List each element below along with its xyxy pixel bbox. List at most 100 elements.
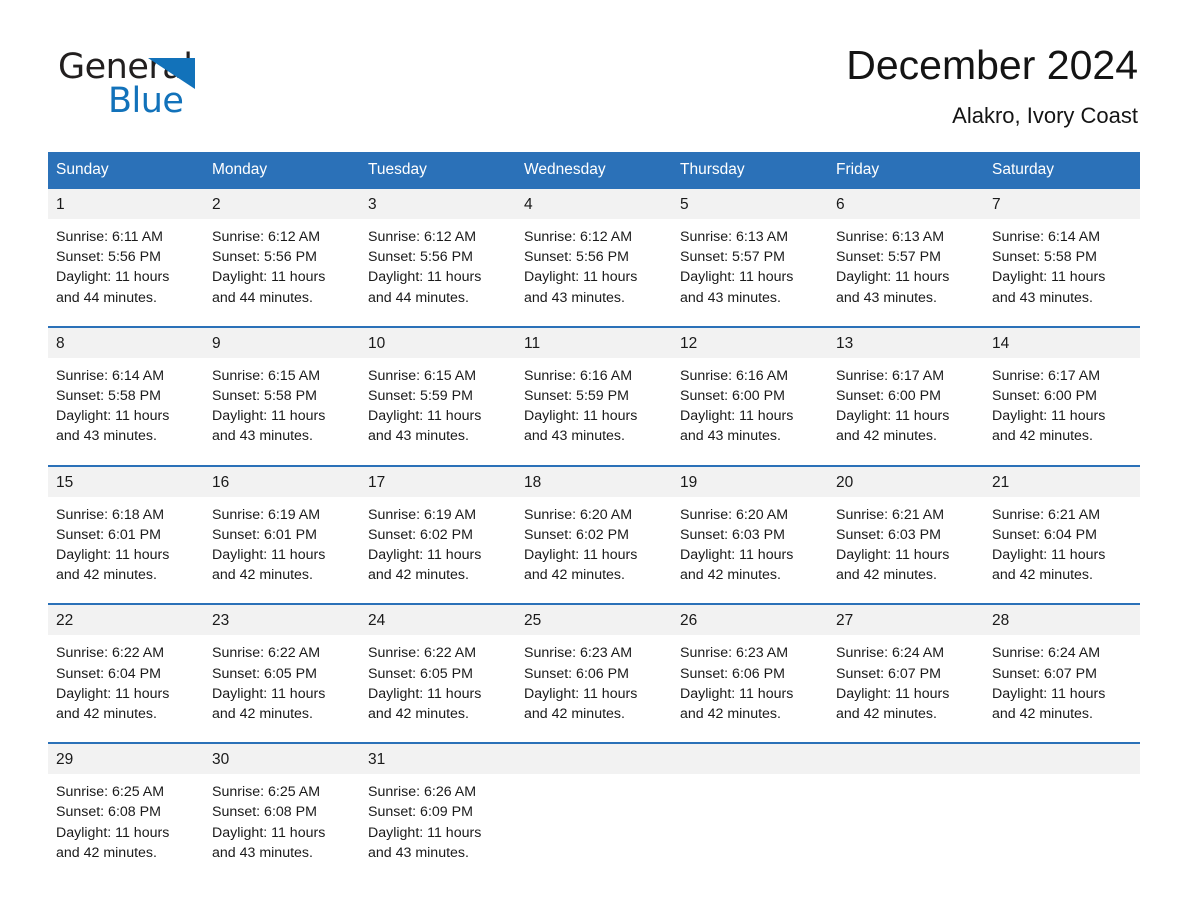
day-details: Sunrise: 6:24 AM Sunset: 6:07 PM Daylight:…	[984, 635, 1140, 742]
calendar-week-row: 8 Sunrise: 6:14 AM Sunset: 5:58 PM Daylight…	[48, 325, 1140, 466]
daylight-text: Daylight: 11 hours	[524, 408, 638, 425]
day-number: 17	[360, 466, 516, 497]
day-number	[516, 744, 672, 775]
calendar-day-cell[interactable]: 18 Sunrise: 6:20 AM Sunset: 6:02 PM Dayligh…	[516, 464, 672, 605]
sunrise-text: Sunrise: 6:16 AM	[680, 367, 789, 384]
calendar-day-cell[interactable]: 12 Sunrise: 6:16 AM Sunset: 6:00 PM Dayligh…	[672, 325, 828, 466]
calendar-day-cell-empty	[672, 742, 828, 882]
calendar-day-cell[interactable]: 31 Sunrise: 6:26 AM Sunset: 6:09 PM Dayligh…	[360, 742, 516, 882]
daylight-text: and 42 minutes.	[680, 567, 781, 584]
sunrise-text: Sunrise: 6:11 AM	[56, 229, 163, 245]
day-details: Sunrise: 6:19 AM Sunset: 6:01 PM Daylight:…	[204, 497, 360, 604]
daylight-text: Daylight: 11 hours	[212, 408, 326, 425]
sunrise-text: Sunrise: 6:12 AM	[212, 229, 321, 245]
calendar-day-cell[interactable]: 29 Sunrise: 6:25 AM Sunset: 6:08 PM Dayligh…	[48, 742, 204, 882]
calendar-day-cell[interactable]: 26 Sunrise: 6:23 AM Sunset: 6:06 PM Dayligh…	[672, 603, 828, 744]
daylight-text: Daylight: 11 hours	[836, 408, 950, 425]
sunset-text: Sunset: 6:00 PM	[836, 388, 941, 405]
day-number: 25	[516, 605, 672, 636]
sunset-text: Sunset: 5:56 PM	[56, 249, 161, 266]
calendar-day-cell[interactable]: 22 Sunrise: 6:22 AM Sunset: 6:04 PM Dayligh…	[48, 603, 204, 744]
day-details: Sunrise: 6:12 AM Sunset: 5:56 PM Daylight:…	[516, 219, 672, 326]
day-details: Sunrise: 6:22 AM Sunset: 6:04 PM Daylight:…	[48, 635, 204, 742]
calendar-day-cell[interactable]: 5 Sunrise: 6:13 AM Sunset: 5:57 PM Daylight…	[672, 189, 828, 327]
daylight-text: Daylight: 11 hours	[212, 685, 326, 702]
daylight-text: and 43 minutes.	[524, 428, 625, 445]
calendar-day-cell[interactable]: 2 Sunrise: 6:12 AM Sunset: 5:56 PM Daylight…	[204, 189, 360, 327]
location-subtitle: Alakro, Ivory Coast	[952, 103, 1138, 129]
sunrise-text: Sunrise: 6:12 AM	[368, 229, 477, 245]
calendar-day-cell[interactable]: 27 Sunrise: 6:24 AM Sunset: 6:07 PM Dayligh…	[828, 603, 984, 744]
day-details: Sunrise: 6:19 AM Sunset: 6:02 PM Daylight:…	[360, 497, 516, 604]
calendar-day-cell[interactable]: 14 Sunrise: 6:17 AM Sunset: 6:00 PM Dayligh…	[984, 325, 1140, 466]
day-details: Sunrise: 6:21 AM Sunset: 6:04 PM Daylight:…	[984, 497, 1140, 604]
weekday-header-monday: Monday	[204, 152, 360, 189]
sunrise-text: Sunrise: 6:17 AM	[836, 367, 945, 384]
day-number: 8	[48, 327, 204, 358]
daylight-text: and 44 minutes.	[56, 289, 157, 306]
sunset-text: Sunset: 5:59 PM	[368, 388, 473, 405]
calendar-day-cell[interactable]: 7 Sunrise: 6:14 AM Sunset: 5:58 PM Daylight…	[984, 189, 1140, 327]
daylight-text: and 43 minutes.	[836, 289, 937, 306]
sunrise-text: Sunrise: 6:17 AM	[992, 367, 1101, 384]
sunrise-text: Sunrise: 6:25 AM	[212, 784, 321, 801]
sunrise-sunset-calendar: Sunday Monday Tuesday Wednesday Thursday…	[48, 152, 1140, 882]
sunrise-text: Sunrise: 6:23 AM	[524, 645, 633, 662]
calendar-day-cell[interactable]: 1 Sunrise: 6:11 AM Sunset: 5:56 PM Daylight…	[48, 189, 204, 327]
calendar-body: 1 Sunrise: 6:11 AM Sunset: 5:56 PM Daylight…	[48, 189, 1140, 882]
calendar-day-cell[interactable]: 30 Sunrise: 6:25 AM Sunset: 6:08 PM Dayligh…	[204, 742, 360, 882]
daylight-text: and 42 minutes.	[836, 706, 937, 723]
daylight-text: Daylight: 11 hours	[212, 547, 326, 564]
day-number: 29	[48, 744, 204, 775]
daylight-text: Daylight: 11 hours	[992, 269, 1106, 286]
day-details: Sunrise: 6:22 AM Sunset: 6:05 PM Daylight:…	[360, 635, 516, 742]
calendar-day-cell[interactable]: 20 Sunrise: 6:21 AM Sunset: 6:03 PM Dayligh…	[828, 464, 984, 605]
calendar-day-cell[interactable]: 19 Sunrise: 6:20 AM Sunset: 6:03 PM Dayligh…	[672, 464, 828, 605]
calendar-day-cell[interactable]: 21 Sunrise: 6:21 AM Sunset: 6:04 PM Dayligh…	[984, 464, 1140, 605]
weekday-header-thursday: Thursday	[672, 152, 828, 189]
day-details: Sunrise: 6:22 AM Sunset: 6:05 PM Daylight:…	[204, 635, 360, 742]
calendar-day-cell[interactable]: 11 Sunrise: 6:16 AM Sunset: 5:59 PM Dayligh…	[516, 325, 672, 466]
calendar-day-cell[interactable]: 25 Sunrise: 6:23 AM Sunset: 6:06 PM Dayligh…	[516, 603, 672, 744]
weekday-header-sunday: Sunday	[48, 152, 204, 189]
sunset-text: Sunset: 6:03 PM	[680, 526, 785, 543]
daylight-text: and 42 minutes.	[524, 706, 625, 723]
calendar-day-cell[interactable]: 3 Sunrise: 6:12 AM Sunset: 5:56 PM Daylight…	[360, 189, 516, 327]
sunset-text: Sunset: 6:00 PM	[680, 388, 785, 405]
day-number: 11	[516, 327, 672, 358]
calendar-day-cell[interactable]: 9 Sunrise: 6:15 AM Sunset: 5:58 PM Daylight…	[204, 325, 360, 466]
calendar-day-cell[interactable]: 10 Sunrise: 6:15 AM Sunset: 5:59 PM Dayligh…	[360, 325, 516, 466]
day-number: 5	[672, 189, 828, 219]
daylight-text: and 43 minutes.	[992, 289, 1093, 306]
calendar-day-cell[interactable]: 4 Sunrise: 6:12 AM Sunset: 5:56 PM Daylight…	[516, 189, 672, 327]
daylight-text: and 42 minutes.	[992, 706, 1093, 723]
day-number: 26	[672, 605, 828, 636]
sunrise-text: Sunrise: 6:24 AM	[836, 645, 945, 662]
calendar-day-cell[interactable]: 15 Sunrise: 6:18 AM Sunset: 6:01 PM Dayligh…	[48, 464, 204, 605]
sunset-text: Sunset: 6:08 PM	[56, 804, 161, 821]
weekday-header-friday: Friday	[828, 152, 984, 189]
general-blue-logo: General Blue	[48, 44, 248, 120]
day-number: 4	[516, 189, 672, 219]
day-number: 23	[204, 605, 360, 636]
calendar-day-cell[interactable]: 16 Sunrise: 6:19 AM Sunset: 6:01 PM Dayligh…	[204, 464, 360, 605]
sunset-text: Sunset: 6:04 PM	[992, 526, 1097, 543]
daylight-text: Daylight: 11 hours	[680, 547, 794, 564]
daylight-text: Daylight: 11 hours	[992, 547, 1106, 564]
calendar-day-cell[interactable]: 17 Sunrise: 6:19 AM Sunset: 6:02 PM Dayligh…	[360, 464, 516, 605]
calendar-day-cell[interactable]: 13 Sunrise: 6:17 AM Sunset: 6:00 PM Dayligh…	[828, 325, 984, 466]
sunrise-text: Sunrise: 6:23 AM	[680, 645, 789, 662]
calendar-day-cell[interactable]: 28 Sunrise: 6:24 AM Sunset: 6:07 PM Dayligh…	[984, 603, 1140, 744]
sunset-text: Sunset: 6:07 PM	[836, 665, 941, 682]
calendar-day-cell[interactable]: 24 Sunrise: 6:22 AM Sunset: 6:05 PM Dayligh…	[360, 603, 516, 744]
daylight-text: and 42 minutes.	[992, 567, 1093, 584]
calendar-day-cell[interactable]: 23 Sunrise: 6:22 AM Sunset: 6:05 PM Dayligh…	[204, 603, 360, 744]
calendar-day-cell[interactable]: 8 Sunrise: 6:14 AM Sunset: 5:58 PM Daylight…	[48, 325, 204, 466]
day-number: 20	[828, 466, 984, 497]
daylight-text: Daylight: 11 hours	[992, 685, 1106, 702]
daylight-text: Daylight: 11 hours	[212, 269, 326, 286]
weekday-header-saturday: Saturday	[984, 152, 1140, 189]
day-details: Sunrise: 6:15 AM Sunset: 5:59 PM Daylight:…	[360, 358, 516, 465]
day-details: Sunrise: 6:20 AM Sunset: 6:03 PM Daylight:…	[672, 497, 828, 604]
calendar-day-cell[interactable]: 6 Sunrise: 6:13 AM Sunset: 5:57 PM Daylight…	[828, 189, 984, 327]
